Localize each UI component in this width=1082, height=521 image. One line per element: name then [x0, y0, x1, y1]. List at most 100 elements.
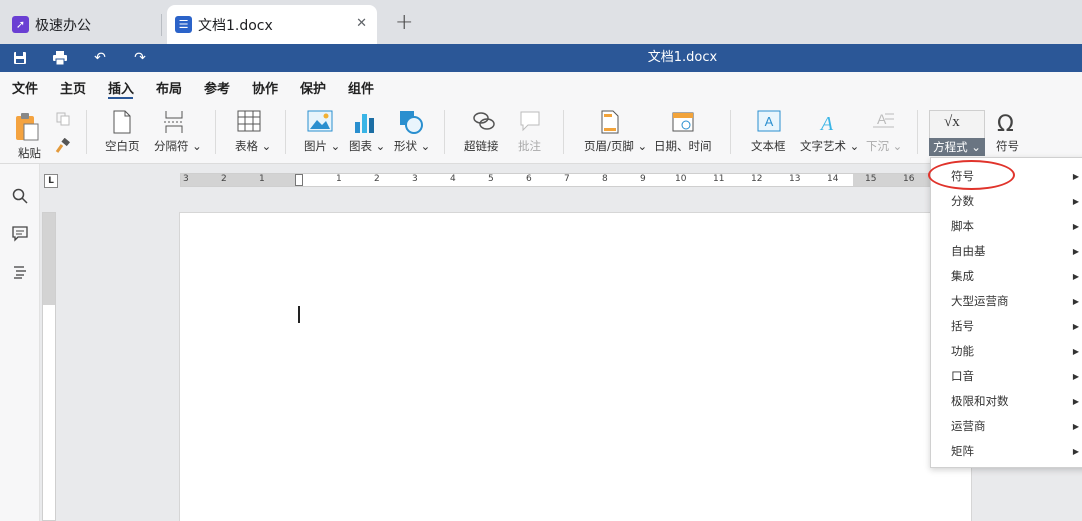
submenu-arrow-icon: ▶: [1072, 372, 1079, 381]
textbox-icon[interactable]: A: [757, 110, 781, 135]
picture-icon[interactable]: [307, 110, 333, 135]
page-break-icon[interactable]: [163, 110, 185, 137]
submenu-arrow-icon: ▶: [1072, 247, 1079, 256]
dropdown-item-accent[interactable]: 口音 ▶: [931, 364, 1082, 389]
tab-title: 极速办公: [35, 17, 91, 34]
dropdown-item-fraction[interactable]: 分数 ▶: [931, 189, 1082, 214]
submenu-arrow-icon: ▶: [1072, 422, 1079, 431]
browser-tab-document[interactable]: ☰ 文档1.docx ✕: [167, 5, 377, 44]
submenu-arrow-icon: ▶: [1072, 172, 1079, 181]
separator-label[interactable]: 分隔符 ⌄: [154, 138, 202, 154]
document-title: 文档1.docx: [647, 50, 718, 65]
text-art-icon[interactable]: A: [815, 110, 839, 137]
shape-icon[interactable]: [399, 110, 423, 137]
ribbon-divider: [444, 110, 445, 154]
ribbon-divider: [285, 110, 286, 154]
submenu-arrow-icon: ▶: [1072, 347, 1079, 356]
dropdown-item-function[interactable]: 功能 ▶: [931, 339, 1082, 364]
active-menu-indicator: [108, 97, 133, 99]
insert-ribbon: 粘贴 空白页 分隔符 ⌄ 表格 ⌄ 图片 ⌄ 图表 ⌄ 形状 ⌄ 超链接 批注 …: [0, 100, 1082, 164]
document-page[interactable]: [179, 212, 972, 521]
menu-insert[interactable]: 插入: [108, 78, 134, 97]
svg-text:A: A: [765, 114, 774, 129]
dropdown-item-operator[interactable]: 运营商 ▶: [931, 414, 1082, 439]
document-icon: ☰: [175, 16, 192, 33]
equation-label[interactable]: 方程式 ⌄: [929, 138, 985, 156]
submenu-arrow-icon: ▶: [1072, 272, 1079, 281]
comment-panel-icon[interactable]: [10, 226, 30, 246]
comment-icon[interactable]: [519, 110, 541, 135]
format-painter-icon[interactable]: [55, 137, 71, 157]
menu-layout[interactable]: 布局: [156, 78, 182, 97]
browser-tab-strip: ➚ 极速办公 ☰ 文档1.docx ✕ +: [0, 0, 1082, 44]
dropdown-item-large-operator[interactable]: 大型运营商 ▶: [931, 289, 1082, 314]
menu-references[interactable]: 参考: [204, 78, 230, 97]
indent-marker[interactable]: [295, 174, 303, 186]
drop-cap-icon[interactable]: A: [871, 110, 895, 135]
copy-icon[interactable]: [56, 112, 70, 129]
submenu-arrow-icon: ▶: [1072, 222, 1079, 231]
app-title-bar: ↶ ↷ 文档1.docx: [0, 44, 1082, 72]
browser-tab-home[interactable]: ➚ 极速办公: [0, 5, 160, 44]
left-sidebar: [0, 164, 40, 521]
menu-collaborate[interactable]: 协作: [252, 78, 278, 97]
ribbon-divider: [730, 110, 731, 154]
dropdown-item-limit-log[interactable]: 极限和对数 ▶: [931, 389, 1082, 414]
table-label[interactable]: 表格 ⌄: [235, 138, 271, 154]
menu-protect[interactable]: 保护: [300, 78, 326, 97]
drop-cap-label[interactable]: 下沉 ⌄: [866, 138, 902, 154]
paste-icon[interactable]: [14, 112, 42, 145]
comment-label[interactable]: 批注: [518, 138, 541, 154]
tab-divider: [161, 14, 162, 36]
submenu-arrow-icon: ▶: [1072, 397, 1079, 406]
shape-label[interactable]: 形状 ⌄: [394, 138, 430, 154]
ribbon-divider: [917, 110, 918, 154]
table-icon[interactable]: [237, 110, 261, 135]
dropdown-item-integral[interactable]: 集成 ▶: [931, 264, 1082, 289]
new-tab-button[interactable]: +: [395, 10, 413, 35]
ribbon-divider: [86, 110, 87, 154]
header-footer-label[interactable]: 页眉/页脚 ⌄: [584, 138, 647, 154]
equation-dropdown-menu: 符号 ▶ 分数 ▶ 脚本 ▶ 自由基 ▶ 集成 ▶ 大型运营商 ▶ 括号 ▶ 功能 ▶ 口音 ▶ …: [930, 157, 1082, 468]
hyperlink-icon[interactable]: [472, 110, 496, 135]
close-icon[interactable]: ✕: [356, 16, 367, 31]
vertical-ruler[interactable]: [42, 212, 56, 521]
chart-icon[interactable]: [354, 110, 376, 137]
submenu-arrow-icon: ▶: [1072, 297, 1079, 306]
rocket-icon: ➚: [12, 16, 29, 33]
textbox-label[interactable]: 文本框: [751, 138, 786, 154]
tab-stop-selector[interactable]: L: [44, 174, 58, 188]
tab-title: 文档1.docx: [198, 17, 273, 34]
ribbon-divider: [215, 110, 216, 154]
dropdown-item-script[interactable]: 脚本 ▶: [931, 214, 1082, 239]
calendar-icon[interactable]: [672, 110, 694, 135]
dropdown-item-radical[interactable]: 自由基 ▶: [931, 239, 1082, 264]
navigation-icon[interactable]: [10, 264, 30, 284]
submenu-arrow-icon: ▶: [1072, 197, 1079, 206]
horizontal-ruler[interactable]: 3 2 1 1 2 3 4 5 6 7 8 9 10 11 12 13 14 1…: [180, 173, 940, 187]
menu-home[interactable]: 主页: [60, 78, 86, 97]
blank-page-label[interactable]: 空白页: [105, 138, 140, 154]
omega-icon[interactable]: Ω: [997, 112, 1014, 137]
menu-file[interactable]: 文件: [12, 78, 38, 97]
hyperlink-label[interactable]: 超链接: [464, 138, 499, 154]
date-time-label[interactable]: 日期、时间: [654, 138, 712, 154]
menu-components[interactable]: 组件: [348, 78, 374, 97]
blank-page-icon[interactable]: [112, 110, 132, 137]
dropdown-item-matrix[interactable]: 矩阵 ▶: [931, 439, 1082, 464]
chart-label[interactable]: 图表 ⌄: [349, 138, 385, 154]
highlight-annotation: [928, 160, 1015, 190]
dropdown-item-bracket[interactable]: 括号 ▶: [931, 314, 1082, 339]
svg-text:A: A: [819, 113, 834, 134]
header-footer-icon[interactable]: [600, 110, 620, 137]
equation-icon: √x: [944, 114, 960, 130]
submenu-arrow-icon: ▶: [1072, 447, 1079, 456]
text-cursor: [298, 306, 300, 323]
search-icon[interactable]: [10, 188, 30, 208]
picture-label[interactable]: 图片 ⌄: [304, 138, 340, 154]
submenu-arrow-icon: ▶: [1072, 322, 1079, 331]
ribbon-divider: [563, 110, 564, 154]
paste-label[interactable]: 粘贴: [18, 145, 41, 161]
symbol-label[interactable]: 符号: [996, 138, 1019, 154]
text-art-label[interactable]: 文字艺术 ⌄: [800, 138, 859, 154]
